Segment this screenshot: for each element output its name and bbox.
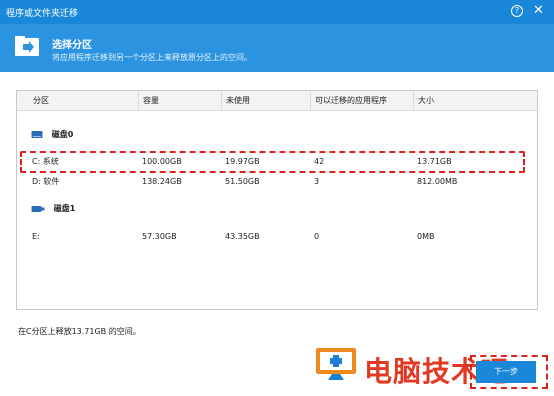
cell-size: 13.71GB [417, 157, 452, 166]
help-icon[interactable]: ? [511, 5, 523, 17]
usb-disk-icon [31, 205, 45, 212]
column-capacity[interactable]: 容量 [138, 91, 220, 111]
cell-capacity: 57.30GB [142, 232, 177, 241]
column-apps[interactable]: 可以迁移的应用程序 [310, 91, 412, 111]
cell-apps: 0 [314, 232, 320, 241]
cell-apps: 42 [314, 157, 325, 166]
window-title: 程序或文件夹迁移 [6, 9, 79, 19]
partition-move-icon [14, 34, 40, 60]
column-partition[interactable]: 分区 [29, 91, 137, 111]
cell-free: 19.97GB [225, 157, 260, 166]
disk-0-group: 磁盘0 [31, 129, 73, 140]
watermark-logo-icon [312, 346, 360, 384]
disk-label: 磁盘1 [53, 204, 76, 213]
disk-label: 磁盘0 [51, 130, 74, 139]
cell-free: 51.50GB [225, 177, 260, 186]
partition-table: 分区 容量 未使用 可以迁移的应用程序 大小 磁盘0 C: 系统 100.00G… [16, 90, 538, 310]
close-icon[interactable]: ✕ [533, 3, 544, 19]
title-bar: 程序或文件夹迁移 ? ✕ [0, 0, 554, 24]
cell-apps: 3 [314, 177, 320, 186]
table-row[interactable]: E: 57.30GB 43.35GB 0 0MB [17, 228, 537, 246]
column-size[interactable]: 大小 [413, 91, 537, 111]
hard-disk-icon [31, 131, 43, 138]
page-title: 选择分区 [52, 40, 92, 51]
cell-capacity: 138.24GB [142, 177, 182, 186]
table-row[interactable]: D: 软件 138.24GB 51.50GB 3 812.00MB [17, 173, 537, 191]
cell-free: 43.35GB [225, 232, 260, 241]
wizard-header: 选择分区 将应用程序迁移到另一个分区上来释放原分区上的空间。 [0, 24, 554, 72]
page-subtitle: 将应用程序迁移到另一个分区上来释放原分区上的空间。 [52, 53, 252, 62]
cell-partition: E: [32, 232, 40, 241]
table-header: 分区 容量 未使用 可以迁移的应用程序 大小 [17, 91, 537, 111]
status-text: 在C分区上释放13.71GB 的空间。 [18, 327, 141, 336]
column-free[interactable]: 未使用 [221, 91, 309, 111]
cell-partition: D: 软件 [32, 177, 60, 186]
cell-size: 0MB [417, 232, 435, 241]
cell-size: 812.00MB [417, 177, 458, 186]
disk-1-group: 磁盘1 [31, 203, 75, 214]
cell-partition: C: 系统 [32, 157, 59, 166]
next-button[interactable]: 下一步 [476, 361, 536, 383]
table-row[interactable]: C: 系统 100.00GB 19.97GB 42 13.71GB [17, 151, 537, 173]
cell-capacity: 100.00GB [142, 157, 182, 166]
